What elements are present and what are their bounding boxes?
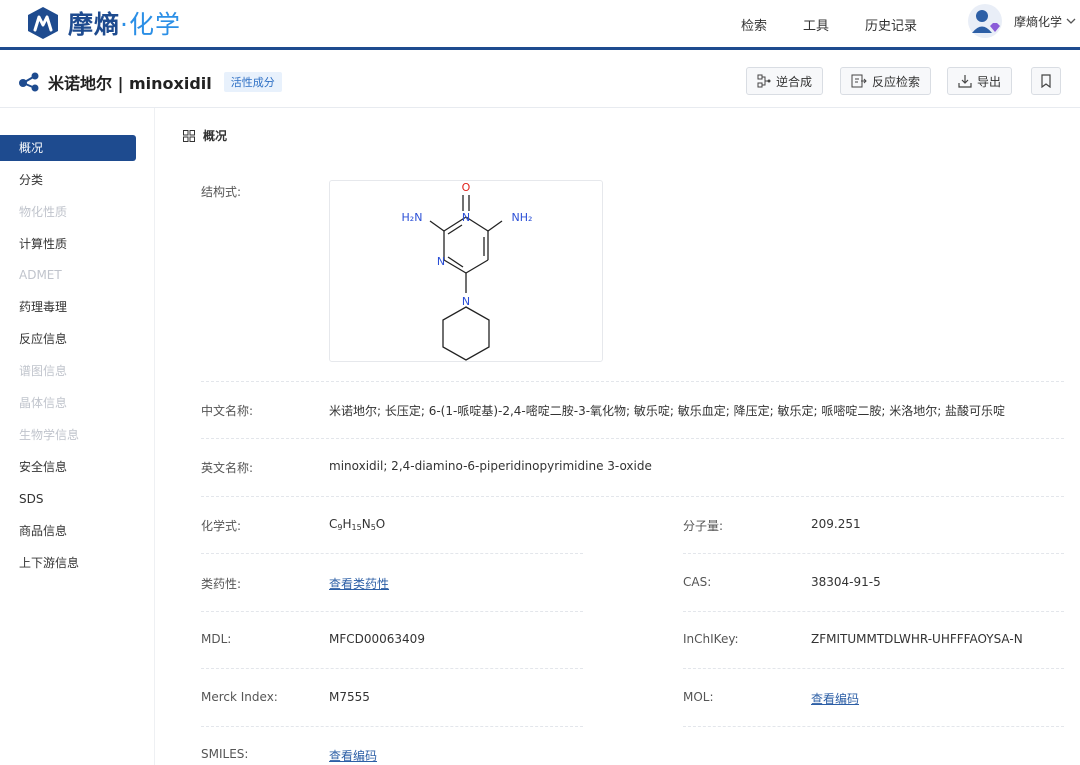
sidebar-item-physchem[interactable]: 物化性质 [0, 199, 155, 225]
reaction-search-label: 反应检索 [872, 74, 921, 89]
mol-link[interactable]: 查看编码 [811, 690, 859, 707]
merck-label: Merck Index: [201, 690, 278, 704]
divider [201, 726, 583, 727]
smiles-link[interactable]: 查看编码 [329, 747, 377, 764]
mw-label: 分子量: [683, 519, 724, 533]
nav-tools[interactable]: 工具 [803, 15, 829, 34]
section-title-text: 概况 [203, 129, 228, 143]
mw-value: 209.251 [811, 517, 861, 531]
formula-label: 化学式: [201, 519, 242, 533]
sidebar: 概况 分类 物化性质 计算性质 ADMET 药理毒理 反应信息 谱图信息 晶体信… [0, 108, 155, 765]
en-name-label: 英文名称: [201, 461, 254, 475]
user-menu[interactable]: 摩熵化学 [968, 4, 1076, 38]
divider [201, 668, 583, 669]
user-name: 摩熵化学 [1014, 14, 1063, 29]
logo-mark-icon [28, 7, 58, 39]
druglike-link[interactable]: 查看类药性 [329, 575, 389, 592]
atom-n-left: N [437, 255, 445, 268]
divider [201, 496, 1064, 497]
cn-name-value: 米诺地尔; 长压定; 6-(1-哌啶基)-2,4-嘧啶二胺-3-氧化物; 敏乐啶… [329, 404, 1006, 418]
sidebar-item-spectra[interactable]: 谱图信息 [0, 358, 155, 384]
sidebar-item-classification[interactable]: 分类 [0, 167, 155, 193]
sidebar-item-computed[interactable]: 计算性质 [0, 231, 155, 257]
bookmark-icon [1041, 74, 1051, 88]
sidebar-item-crystal[interactable]: 晶体信息 [0, 390, 155, 416]
structure-drawing: O N N N H₂N NH₂ [402, 181, 533, 361]
export-label: 导出 [977, 74, 1002, 89]
atom-o: O [462, 181, 471, 194]
download-icon [958, 75, 972, 88]
divider [201, 553, 583, 554]
sidebar-item-sds[interactable]: SDS [0, 486, 155, 512]
compound-header: 米诺地尔 | minoxidil 活性成分 逆合成 反应检索 导出 [0, 53, 1080, 108]
merck-value: M7555 [329, 690, 370, 704]
sidebar-item-products[interactable]: 商品信息 [0, 518, 155, 544]
atom-nh2-right: NH₂ [512, 211, 533, 224]
druglike-label: 类药性: [201, 577, 242, 591]
divider [683, 668, 1064, 669]
sidebar-item-pharmtox[interactable]: 药理毒理 [0, 294, 155, 320]
user-icon [972, 10, 1000, 33]
chevron-down-icon [1066, 18, 1076, 24]
reaction-search-icon [851, 74, 867, 88]
structure-label: 结构式: [201, 185, 242, 199]
divider [201, 381, 1064, 382]
smiles-label: SMILES: [201, 747, 249, 761]
retrosynthesis-label: 逆合成 [776, 74, 813, 89]
structure-image[interactable]: O N N N H₂N NH₂ [329, 180, 603, 362]
mol-label: MOL: [683, 690, 714, 704]
divider [683, 726, 1064, 727]
cas-label: CAS: [683, 575, 712, 589]
molecule-icon [19, 72, 39, 92]
bookmark-button[interactable] [1031, 67, 1061, 95]
logo-text: 摩熵·化学 [68, 10, 181, 39]
sidebar-item-upstream-downstream[interactable]: 上下游信息 [0, 550, 155, 576]
inchikey-label: InChIKey: [683, 632, 739, 646]
atom-nh2-left: H₂N [402, 211, 423, 224]
grid-icon [183, 129, 195, 142]
mdl-label: MDL: [201, 632, 232, 646]
nav-search[interactable]: 检索 [741, 15, 767, 34]
cn-name-label: 中文名称: [201, 404, 254, 418]
retrosynthesis-button[interactable]: 逆合成 [746, 67, 824, 95]
divider [201, 611, 583, 612]
reaction-search-button[interactable]: 反应检索 [840, 67, 932, 95]
avatar [968, 4, 1002, 38]
formula-value: C9H15N5O [329, 517, 386, 532]
nav-history[interactable]: 历史记录 [865, 15, 917, 34]
divider [683, 611, 1064, 612]
retrosynthesis-icon [757, 74, 771, 88]
atom-n-top: N [462, 211, 470, 224]
sidebar-item-overview[interactable]: 概况 [0, 135, 136, 161]
en-name-value: minoxidil; 2,4-diamino-6-piperidinopyrim… [329, 459, 652, 473]
sidebar-item-admet[interactable]: ADMET [0, 262, 155, 288]
logo[interactable]: 摩熵·化学 [26, 5, 181, 41]
divider [683, 553, 1064, 554]
divider [201, 438, 1064, 439]
export-button[interactable]: 导出 [947, 67, 1013, 95]
active-ingredient-tag: 活性成分 [223, 72, 282, 92]
section-title: 概况 [183, 127, 227, 144]
cas-value: 38304-91-5 [811, 575, 881, 589]
sidebar-item-safety[interactable]: 安全信息 [0, 454, 155, 480]
sidebar-item-biology[interactable]: 生物学信息 [0, 422, 155, 448]
overview-panel: 概况 结构式: O N N N H₂N NH₂ 中文名称: 米诺地尔; 长压定;… [156, 108, 1080, 765]
inchikey-value: ZFMITUMMTDLWHR-UHFFFAOYSA-N [811, 632, 1023, 646]
top-navbar: 摩熵·化学 检索 工具 历史记录 摩熵化学 [0, 0, 1080, 50]
sidebar-item-reactions[interactable]: 反应信息 [0, 326, 155, 352]
compound-title: 米诺地尔 | minoxidil [48, 74, 212, 93]
atom-n-piperidine: N [462, 295, 470, 308]
mdl-value: MFCD00063409 [329, 632, 425, 646]
